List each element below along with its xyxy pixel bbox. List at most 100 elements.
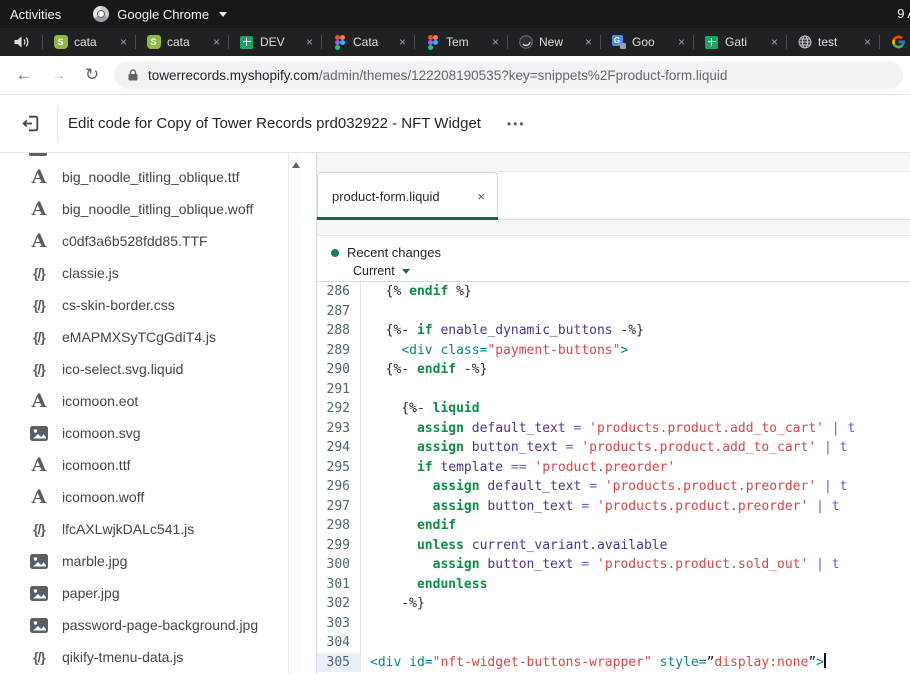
code-line: 300 assign button_text = 'products.produ… — [317, 555, 910, 575]
sidebar-file-item[interactable]: {/}qikify-tmenu-data.js — [0, 641, 316, 673]
editor-tab-close-icon[interactable]: × — [477, 189, 485, 204]
code-line: 295 if template == 'product.preorder' — [317, 458, 910, 478]
scroll-up-arrow-icon[interactable] — [292, 162, 300, 168]
code-file-icon: {/} — [29, 265, 49, 281]
browser-tab[interactable]: Scata× — [135, 28, 228, 56]
tab-close-icon[interactable]: × — [306, 35, 313, 49]
browser-tab-partial[interactable] — [879, 28, 906, 56]
code-text: assign button_text = 'products.product.a… — [361, 438, 847, 458]
version-dropdown-label: Current — [353, 264, 395, 278]
sidebar-file-item[interactable]: {/}ico-select.svg.liquid — [0, 353, 316, 385]
tab-close-icon[interactable]: × — [771, 35, 778, 49]
sidebar-file-item[interactable]: Aicomoon.eot — [0, 385, 316, 417]
sidebar-file-item[interactable]: icomoon.svg — [0, 417, 316, 449]
clock-text[interactable]: 9 A — [897, 6, 910, 21]
forward-button[interactable]: → — [46, 63, 70, 87]
file-sidebar: Abig_noodle_titling_oblique.ttfAbig_nood… — [0, 153, 317, 674]
tab-close-icon[interactable]: × — [399, 35, 406, 49]
sidebar-file-item[interactable]: {/}cs-skin-border.css — [0, 289, 316, 321]
newdark-icon — [518, 35, 533, 50]
browser-tab[interactable]: Tem× — [414, 28, 507, 56]
browser-tab[interactable]: Gati× — [693, 28, 786, 56]
line-number: 298 — [317, 516, 361, 536]
reload-button[interactable]: ↻ — [80, 63, 104, 87]
browser-tabs: Scata×Scata×DEV×Cata×Tem×New×GGoo×Gati×t… — [42, 28, 879, 56]
code-file-icon: {/} — [29, 361, 49, 377]
browser-tab[interactable]: Cata× — [321, 28, 414, 56]
tab-close-icon[interactable]: × — [213, 35, 220, 49]
code-text: unless current_variant.available — [361, 536, 667, 556]
code-line: 296 assign default_text = 'products.prod… — [317, 477, 910, 497]
line-number: 292 — [317, 399, 361, 419]
code-line: 302 -%} — [317, 594, 910, 614]
tab-close-icon[interactable]: × — [678, 35, 685, 49]
file-name: icomoon.woff — [62, 489, 144, 505]
code-line: 288 {%- if enable_dynamic_buttons -%} — [317, 321, 910, 341]
editor-tab-product-form[interactable]: product-form.liquid × — [317, 172, 498, 219]
code-text: endif — [361, 516, 456, 536]
image-file-icon — [29, 554, 49, 569]
code-text — [361, 633, 370, 653]
sidebar-file-item[interactable]: {/}eMAPMXSyTCgGdiT4.js — [0, 321, 316, 353]
exit-code-editor-button[interactable] — [18, 112, 42, 136]
line-number: 303 — [317, 614, 361, 634]
sidebar-file-item[interactable]: Abig_noodle_titling_oblique.woff — [0, 193, 316, 225]
file-name: big_noodle_titling_oblique.ttf — [62, 169, 239, 185]
more-actions-button[interactable]: ••• — [507, 117, 526, 131]
code-text: -%} — [361, 594, 425, 614]
figma-icon — [332, 35, 347, 50]
code-text: {%- liquid — [361, 399, 480, 419]
tab-audio-indicator[interactable] — [0, 28, 42, 56]
back-button[interactable]: ← — [12, 63, 36, 87]
file-name: qikify-tmenu-data.js — [62, 649, 183, 665]
code-text: {%- endif -%} — [361, 360, 487, 380]
sidebar-file-item[interactable]: {/}classie.js — [0, 257, 316, 289]
url-text: towerrecords.myshopify.com/admin/themes/… — [148, 68, 727, 83]
code-line: 304 — [317, 633, 910, 653]
code-line: 297 assign button_text = 'products.produ… — [317, 497, 910, 517]
browser-tab-label: test — [818, 35, 858, 49]
file-name: cs-skin-border.css — [62, 297, 175, 313]
font-file-icon: A — [29, 168, 49, 187]
sidebar-file-item[interactable]: Ac0df3a6b528fdd85.TTF — [0, 225, 316, 257]
sidebar-file-item[interactable]: password-page-background.jpg — [0, 609, 316, 641]
sidebar-file-item[interactable]: Aicomoon.ttf — [0, 449, 316, 481]
sidebar-file-item[interactable]: marble.jpg — [0, 545, 316, 577]
version-dropdown[interactable]: Current — [353, 262, 910, 280]
address-bar[interactable]: towerrecords.myshopify.com/admin/themes/… — [114, 61, 903, 89]
browser-tab[interactable]: Scata× — [42, 28, 135, 56]
tab-close-icon[interactable]: × — [864, 35, 871, 49]
browser-tab[interactable]: DEV× — [228, 28, 321, 56]
recent-changes-dot-icon — [331, 249, 339, 257]
file-name: paper.jpg — [62, 585, 120, 601]
sheets-icon — [239, 35, 254, 50]
app-menu[interactable]: Google Chrome — [93, 6, 227, 22]
code-text: endunless — [361, 575, 487, 595]
code-area[interactable]: 286 {% endif %}287288 {%- if enable_dyna… — [317, 282, 910, 674]
header-divider — [57, 106, 58, 142]
browser-tab[interactable]: test × — [786, 28, 879, 56]
image-file-icon — [29, 618, 49, 633]
code-text: <div class="payment-buttons"> — [361, 341, 628, 361]
tab-close-icon[interactable]: × — [120, 35, 127, 49]
tab-close-icon[interactable]: × — [585, 35, 592, 49]
sidebar-scrollbar[interactable] — [288, 153, 302, 674]
browser-tab[interactable]: GGoo× — [600, 28, 693, 56]
sidebar-file-item[interactable]: {/}lfcAXLwjkDALc541.js — [0, 513, 316, 545]
sidebar-file-item[interactable]: Abig_noodle_titling_oblique.ttf — [0, 161, 316, 193]
code-text: if template == 'product.preorder' — [361, 458, 675, 478]
line-number: 299 — [317, 536, 361, 556]
browser-tab[interactable]: New× — [507, 28, 600, 56]
activities-button[interactable]: Activities — [10, 7, 61, 22]
code-file-icon: {/} — [29, 329, 49, 345]
sidebar-file-item[interactable]: paper.jpg — [0, 577, 316, 609]
code-line: 299 unless current_variant.available — [317, 536, 910, 556]
sidebar-file-item[interactable]: Aicomoon.woff — [0, 481, 316, 513]
os-top-bar: Activities Google Chrome 9 A — [0, 0, 910, 28]
line-number: 291 — [317, 380, 361, 400]
file-name: marble.jpg — [62, 553, 127, 569]
code-text — [361, 302, 370, 322]
tab-close-icon[interactable]: × — [492, 35, 499, 49]
image-file-icon — [29, 426, 49, 441]
code-line: 298 endif — [317, 516, 910, 536]
